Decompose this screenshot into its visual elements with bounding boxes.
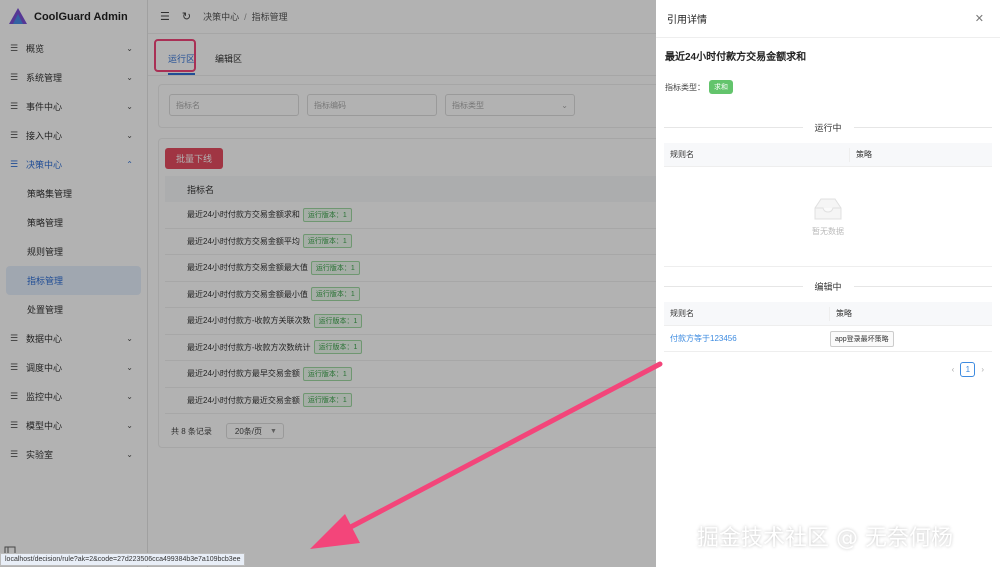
running-table-header: 规则名 策略 <box>664 143 992 167</box>
editing-table: 规则名 策略 付款方等于123456 app登录最坏策略 <box>664 302 992 352</box>
close-icon[interactable]: ✕ <box>975 12 984 25</box>
metric-type-label: 指标类型： <box>665 82 705 92</box>
rule-link[interactable]: 付款方等于123456 <box>664 333 830 344</box>
metric-type-tag: 求和 <box>709 80 733 94</box>
drawer-title: 引用详情 <box>667 15 707 26</box>
metric-title: 最近24小时付款方交易金额求和 <box>665 52 807 63</box>
empty-text: 暂无数据 <box>812 227 844 236</box>
running-section-title: 运行中 <box>814 122 842 133</box>
watermark: 掘金技术社区 @ 无奈何杨 <box>697 526 953 551</box>
strategy-tag: app登录最坏策略 <box>830 330 894 347</box>
editing-divider: 编辑中 <box>664 279 992 293</box>
page-number[interactable]: 1 <box>960 362 976 377</box>
column-header-rule: 规则名 <box>664 147 850 162</box>
editing-section-title: 编辑中 <box>814 281 842 292</box>
drawer-pagination: ‹ 1 › <box>656 362 984 377</box>
empty-box-icon <box>814 198 842 220</box>
editing-table-header: 规则名 策略 <box>664 302 992 326</box>
drawer-mask[interactable] <box>0 0 656 567</box>
table-row: 付款方等于123456 app登录最坏策略 <box>664 326 992 352</box>
prev-page-icon[interactable]: ‹ <box>952 365 955 374</box>
drawer-header: 引用详情 ✕ <box>656 0 1000 38</box>
empty-state: 暂无数据 <box>664 167 992 267</box>
next-page-icon[interactable]: › <box>981 365 984 374</box>
column-header-rule: 规则名 <box>664 306 830 321</box>
reference-drawer: 引用详情 ✕ 最近24小时付款方交易金额求和 指标类型： 求和 运行中 规则名 … <box>656 0 1000 567</box>
status-bar-url: localhost/decision/rule?ak=2&code=27d223… <box>0 553 246 566</box>
column-header-strategy: 策略 <box>856 150 872 159</box>
running-table: 规则名 策略 暂无数据 <box>664 143 992 267</box>
column-header-strategy: 策略 <box>836 309 852 318</box>
metric-type-row: 指标类型： 求和 <box>656 63 1000 94</box>
running-divider: 运行中 <box>664 120 992 134</box>
